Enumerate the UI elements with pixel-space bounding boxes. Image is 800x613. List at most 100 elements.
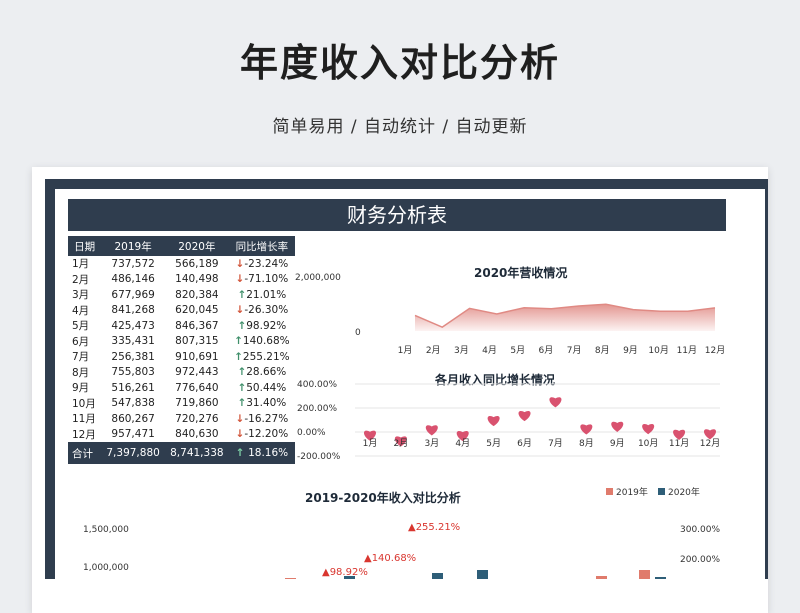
cell-month[interactable]: 7月 (68, 349, 101, 365)
x-tick-label: 6月 (517, 438, 532, 449)
cell-growth[interactable]: ↑31.40% (229, 396, 295, 412)
cell-month[interactable]: 3月 (68, 287, 101, 303)
cell-growth[interactable]: ↓-23.24% (229, 256, 295, 272)
cell-total-label[interactable]: 合计 (68, 442, 102, 464)
table-row: 1月 737,572 566,189 ↓-23.24% (68, 256, 295, 272)
cell-growth[interactable]: ↑140.68% (229, 334, 295, 350)
growth-value: 98.92% (246, 319, 287, 332)
bar[interactable] (344, 576, 355, 579)
cell-month[interactable]: 8月 (68, 365, 101, 381)
bar-chart-comparison: 2019年 2020年 1,500,000 1,000,000 300.00% 200.0… (83, 486, 720, 579)
cell-2019[interactable]: 957,471 (101, 427, 165, 443)
cell-growth[interactable]: ↓-12.20% (229, 427, 295, 443)
x-tick-label: 4月 (482, 345, 497, 356)
heart-marker-icon[interactable] (642, 424, 655, 435)
cell-2019[interactable]: 486,146 (101, 272, 165, 288)
cell-2020[interactable]: 972,443 (165, 365, 229, 381)
cell-growth[interactable]: ↑255.21% (229, 349, 295, 365)
arrow-up-icon: ↑ (237, 366, 247, 379)
growth-value: 18.16% (248, 447, 289, 459)
cell-2020[interactable]: 846,367 (165, 318, 229, 334)
cell-2019[interactable]: 860,267 (101, 411, 165, 427)
x-tick-label: 1月 (398, 345, 413, 356)
cell-growth[interactable]: ↑50.44% (229, 380, 295, 396)
cell-2019[interactable]: 755,803 (101, 365, 165, 381)
page-subtitle: 简单易用 / 自动统计 / 自动更新 (272, 117, 528, 137)
y-tick-label: 0.00% (297, 428, 326, 438)
table-row: 12月 957,471 840,630 ↓-12.20% (68, 427, 295, 443)
cell-month[interactable]: 9月 (68, 380, 101, 396)
table-row: 3月 677,969 820,384 ↑21.01% (68, 287, 295, 303)
bar[interactable] (285, 578, 296, 579)
bar[interactable] (477, 570, 488, 579)
cell-2020[interactable]: 840,630 (165, 427, 229, 443)
area-series (415, 304, 715, 331)
cell-2019[interactable]: 256,381 (101, 349, 165, 365)
cell-growth[interactable]: ↑28.66% (229, 365, 295, 381)
bar[interactable] (432, 573, 443, 579)
x-tick-label: 8月 (595, 345, 610, 356)
legend-swatch-2019 (606, 488, 613, 495)
cell-month[interactable]: 1月 (68, 256, 101, 272)
cell-2020[interactable]: 820,384 (165, 287, 229, 303)
heart-marker-icon[interactable] (487, 415, 500, 427)
cell-2019[interactable]: 335,431 (101, 334, 165, 350)
growth-value: 21.01% (246, 288, 287, 301)
heart-marker-icon[interactable] (703, 429, 717, 440)
cell-2019[interactable]: 425,473 (101, 318, 165, 334)
cell-growth[interactable]: ↓-71.10% (229, 272, 295, 288)
arrow-up-icon: ↑ (237, 319, 247, 332)
heart-marker-icon[interactable] (549, 397, 562, 408)
cell-month[interactable]: 5月 (68, 318, 101, 334)
col-header-date[interactable]: 日期 (68, 236, 102, 256)
cell-2019[interactable]: 841,268 (101, 303, 165, 319)
cell-2019[interactable]: 677,969 (101, 287, 165, 303)
bar[interactable] (596, 576, 607, 579)
cell-2020[interactable]: 720,276 (165, 411, 229, 427)
cell-month[interactable]: 10月 (68, 396, 101, 412)
col-header-2020[interactable]: 2020年 (164, 236, 229, 256)
cell-month[interactable]: 4月 (68, 303, 101, 319)
y-tick-label-left: 1,500,000 (83, 525, 129, 535)
x-tick-label: 10月 (638, 438, 658, 449)
cell-2020[interactable]: 719,860 (165, 396, 229, 412)
table-header-row: 日期 2019年 2020年 同比增长率 (68, 236, 295, 256)
page-title: 年度收入对比分析 (239, 41, 560, 85)
x-tick-label: 10月 (648, 345, 668, 356)
cell-growth[interactable]: ↑21.01% (229, 287, 295, 303)
legend-swatch-2020 (658, 488, 665, 495)
cell-2019[interactable]: 516,261 (101, 380, 165, 396)
cell-growth[interactable]: ↓-16.27% (229, 411, 295, 427)
bar[interactable] (639, 570, 650, 579)
cell-2020[interactable]: 566,189 (165, 256, 229, 272)
x-tick-label: 6月 (539, 345, 554, 356)
col-header-growth[interactable]: 同比增长率 (228, 236, 295, 256)
cell-2019[interactable]: 547,838 (101, 396, 165, 412)
cell-month[interactable]: 12月 (68, 427, 101, 443)
cell-growth[interactable]: ↓-26.30% (229, 303, 295, 319)
cell-2019[interactable]: 737,572 (101, 256, 165, 272)
cell-total-growth[interactable]: ↑ 18.16% (228, 442, 295, 464)
bar[interactable] (655, 577, 666, 579)
cell-2020[interactable]: 620,045 (165, 303, 229, 319)
table-row: 4月 841,268 620,045 ↓-26.30% (68, 303, 295, 319)
heart-marker-icon[interactable] (518, 410, 531, 422)
cell-2020[interactable]: 776,640 (165, 380, 229, 396)
cell-month[interactable]: 11月 (68, 411, 101, 427)
cell-month[interactable]: 6月 (68, 334, 101, 350)
cell-2020[interactable]: 910,691 (165, 349, 229, 365)
cell-2020[interactable]: 807,315 (165, 334, 229, 350)
cell-total-2020[interactable]: 8,741,338 (164, 442, 229, 464)
x-tick-label: 2月 (394, 438, 409, 449)
cell-growth[interactable]: ↑98.92% (229, 318, 295, 334)
growth-value: -16.27% (244, 412, 289, 425)
heart-marker-icon[interactable] (580, 424, 593, 435)
growth-value: 255.21% (242, 350, 290, 363)
table-row: 11月 860,267 720,276 ↓-16.27% (68, 411, 295, 427)
heart-marker-icon[interactable] (425, 425, 438, 436)
cell-month[interactable]: 2月 (68, 272, 101, 288)
cell-total-2019[interactable]: 7,397,880 (101, 442, 165, 464)
col-header-2019[interactable]: 2019年 (101, 236, 165, 256)
cell-2020[interactable]: 140,498 (165, 272, 229, 288)
heart-marker-icon[interactable] (611, 421, 624, 432)
